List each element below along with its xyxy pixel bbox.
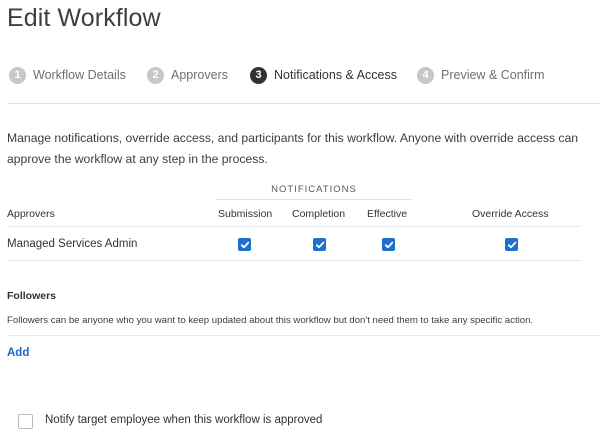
section-description: Manage notifications, override access, a… bbox=[7, 131, 579, 166]
step-label: Preview & Confirm bbox=[441, 68, 545, 82]
add-follower-link[interactable]: Add bbox=[7, 347, 29, 359]
step-approvers[interactable]: 2 Approvers bbox=[147, 66, 228, 84]
notify-employee-checkbox[interactable] bbox=[18, 414, 33, 429]
column-header-override-access: Override Access bbox=[472, 208, 549, 220]
approver-name: Managed Services Admin bbox=[7, 238, 138, 250]
notifications-group-underline bbox=[216, 199, 412, 200]
column-header-completion: Completion bbox=[292, 208, 346, 220]
notifications-group-header: NOTIFICATIONS bbox=[271, 184, 357, 195]
table-header-divider bbox=[7, 226, 581, 227]
override-access-checkbox[interactable] bbox=[505, 238, 518, 251]
check-icon bbox=[384, 241, 393, 248]
step-number: 2 bbox=[147, 66, 164, 84]
notify-employee-label: Notify target employee when this workflo… bbox=[45, 414, 323, 426]
check-icon bbox=[315, 241, 324, 248]
column-header-effective: Effective bbox=[367, 208, 408, 220]
followers-description: Followers can be anyone who you want to … bbox=[7, 315, 534, 326]
effective-checkbox[interactable] bbox=[382, 238, 395, 251]
step-label: Notifications & Access bbox=[274, 68, 397, 82]
followers-divider bbox=[7, 335, 601, 336]
stepper-divider bbox=[7, 103, 601, 104]
step-label: Workflow Details bbox=[33, 68, 126, 82]
check-icon bbox=[507, 241, 516, 248]
column-header-submission: Submission bbox=[218, 208, 273, 220]
step-number: 3 bbox=[250, 66, 267, 84]
table-row-divider bbox=[7, 260, 581, 261]
step-number: 1 bbox=[9, 66, 26, 84]
followers-heading: Followers bbox=[7, 290, 57, 302]
step-workflow-details[interactable]: 1 Workflow Details bbox=[9, 66, 126, 84]
completion-checkbox[interactable] bbox=[313, 238, 326, 251]
column-header-approvers: Approvers bbox=[7, 208, 55, 220]
step-preview-confirm[interactable]: 4 Preview & Confirm bbox=[417, 66, 545, 84]
submission-checkbox[interactable] bbox=[238, 238, 251, 251]
workflow-stepper: 1 Workflow Details 2 Approvers 3 Notific… bbox=[7, 66, 601, 84]
step-label: Approvers bbox=[171, 68, 228, 82]
step-notifications-access[interactable]: 3 Notifications & Access bbox=[250, 66, 397, 84]
check-icon bbox=[240, 241, 249, 248]
step-number: 4 bbox=[417, 66, 434, 84]
edit-workflow-page: Edit Workflow 1 Workflow Details 2 Appro… bbox=[0, 0, 612, 438]
page-title: Edit Workflow bbox=[7, 4, 161, 32]
